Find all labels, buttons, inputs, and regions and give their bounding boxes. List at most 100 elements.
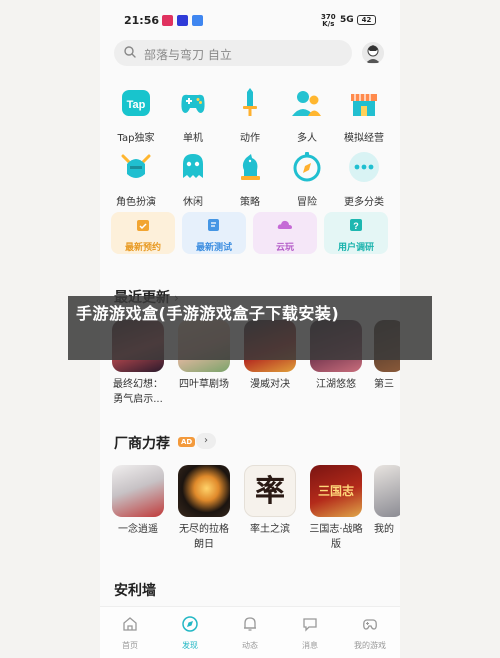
card-user-survey[interactable]: ? 用户调研	[324, 212, 388, 254]
bell-icon	[244, 617, 256, 631]
app-notification-icon	[177, 15, 188, 26]
app-item[interactable]: 我的	[374, 465, 400, 537]
category-strategy[interactable]: 策略	[220, 150, 280, 208]
category-tap-exclusive[interactable]: Tap Tap独家	[106, 86, 166, 144]
category-label: 角色扮演	[116, 197, 156, 208]
network-rate: 370 K/s	[321, 14, 336, 28]
message-icon	[303, 618, 317, 632]
card-latest-test[interactable]: 最新测试	[182, 212, 246, 254]
more-icon	[349, 152, 379, 182]
tab-label: 发现	[182, 641, 198, 650]
home-icon	[123, 617, 137, 631]
category-label: Tap独家	[117, 133, 155, 144]
tab-home[interactable]: 首页	[100, 615, 160, 651]
category-single-player[interactable]: 单机	[163, 86, 223, 144]
category-simulation[interactable]: 模拟经营	[334, 86, 394, 144]
section-vendor-recommended[interactable]: 厂商力荐	[114, 433, 170, 453]
compass-icon	[293, 152, 321, 182]
category-label: 更多分类	[344, 197, 384, 208]
app-icon	[178, 465, 230, 517]
category-multiplayer[interactable]: 多人	[277, 86, 337, 144]
app-item[interactable]: 率 率土之滨	[242, 465, 298, 537]
cloud-icon	[277, 220, 292, 229]
category-label: 单机	[183, 133, 203, 144]
sword-icon	[243, 88, 257, 116]
category-label: 策略	[240, 197, 260, 208]
tab-label: 动态	[242, 641, 258, 650]
people-icon	[292, 91, 321, 116]
app-item[interactable]: 三国志 三国志·战略版	[308, 465, 364, 552]
gamepad-icon	[181, 94, 205, 113]
helmet-icon	[121, 154, 151, 178]
shop-icon	[351, 94, 377, 116]
category-adventure[interactable]: 冒险	[277, 150, 337, 208]
category-more[interactable]: 更多分类	[334, 150, 394, 208]
card-cloud-play[interactable]: 云玩	[253, 212, 317, 254]
signal-icon: 5G	[340, 15, 354, 25]
category-label: 模拟经营	[344, 133, 384, 144]
app-item[interactable]: 一念逍遥	[110, 465, 166, 537]
category-label: 休闲	[183, 197, 203, 208]
ghost-icon	[183, 154, 203, 178]
avatar[interactable]	[362, 42, 384, 64]
status-time: 21:56	[124, 14, 160, 27]
tab-label: 首页	[122, 641, 138, 650]
app-notification-icon	[192, 15, 203, 26]
category-label: 冒险	[297, 197, 317, 208]
tab-my-games[interactable]: 我的游戏	[340, 615, 400, 651]
tab-label: 我的游戏	[354, 641, 386, 650]
category-label: 动作	[240, 133, 260, 144]
app-icon	[112, 465, 164, 517]
card-latest-reservation[interactable]: 最新预约	[111, 212, 175, 254]
category-casual[interactable]: 休闲	[163, 150, 223, 208]
app-name: 无尽的拉格朗日	[179, 524, 229, 550]
section-recommend-wall[interactable]: 安利墙	[114, 580, 156, 600]
chess-knight-icon	[241, 154, 260, 180]
app-name: 三国志·战略版	[309, 524, 363, 550]
card-label: 最新预约	[124, 243, 161, 253]
section-title: 安利墙	[114, 583, 156, 599]
card-label: 用户调研	[337, 243, 374, 253]
app-name: 最终幻想：勇气启示...	[113, 379, 163, 405]
app-item[interactable]: 无尽的拉格朗日	[176, 465, 232, 552]
overlay-banner: 手游游戏盒(手游游戏盒子下载安装)	[68, 296, 432, 360]
category-label: 多人	[297, 133, 317, 144]
question-icon: ?	[350, 219, 362, 231]
battery-icon: 42	[357, 15, 376, 25]
search-icon	[124, 46, 136, 58]
tab-messages[interactable]: 消息	[280, 615, 340, 651]
bottom-tab-bar: 首页 发现 动态 消息 我的游戏	[100, 606, 400, 658]
app-icon-text: 率	[255, 474, 285, 509]
controller-icon	[363, 619, 377, 630]
app-icon	[374, 465, 400, 517]
app-icon: 率	[244, 465, 296, 517]
svg-text:?: ?	[353, 221, 359, 231]
status-bar: 21:56 370 K/s 5G 42	[100, 0, 400, 40]
tap-icon: Tap	[122, 90, 150, 116]
category-rpg[interactable]: 角色扮演	[106, 150, 166, 208]
svg-text:Tap: Tap	[127, 99, 146, 111]
search-placeholder: 部落与弯刀 自立	[144, 48, 232, 62]
tab-discover[interactable]: 发现	[160, 615, 220, 651]
section-title: 厂商力荐	[114, 436, 170, 452]
tab-feed[interactable]: 动态	[220, 615, 280, 651]
app-name: 第三	[374, 379, 394, 390]
app-icon-text: 三国志	[317, 484, 354, 498]
tab-label: 消息	[302, 641, 318, 650]
network-rate-unit: K/s	[322, 20, 335, 28]
app-name: 四叶草剧场	[179, 379, 229, 390]
app-name: 我的	[374, 524, 394, 535]
edit-icon	[208, 219, 219, 231]
app-name: 江湖悠悠	[316, 379, 356, 390]
search-bar[interactable]: 部落与弯刀 自立	[114, 40, 352, 66]
app-name: 率土之滨	[250, 524, 290, 535]
app-notification-icon	[162, 15, 173, 26]
card-label: 云玩	[275, 243, 294, 253]
discover-icon	[182, 616, 198, 632]
app-icon: 三国志	[310, 465, 362, 517]
chevron-right-icon[interactable]: ›	[196, 433, 216, 449]
card-label: 最新测试	[195, 243, 232, 253]
calendar-check-icon	[137, 220, 149, 231]
ad-badge: AD	[178, 437, 196, 447]
category-action[interactable]: 动作	[220, 86, 280, 144]
